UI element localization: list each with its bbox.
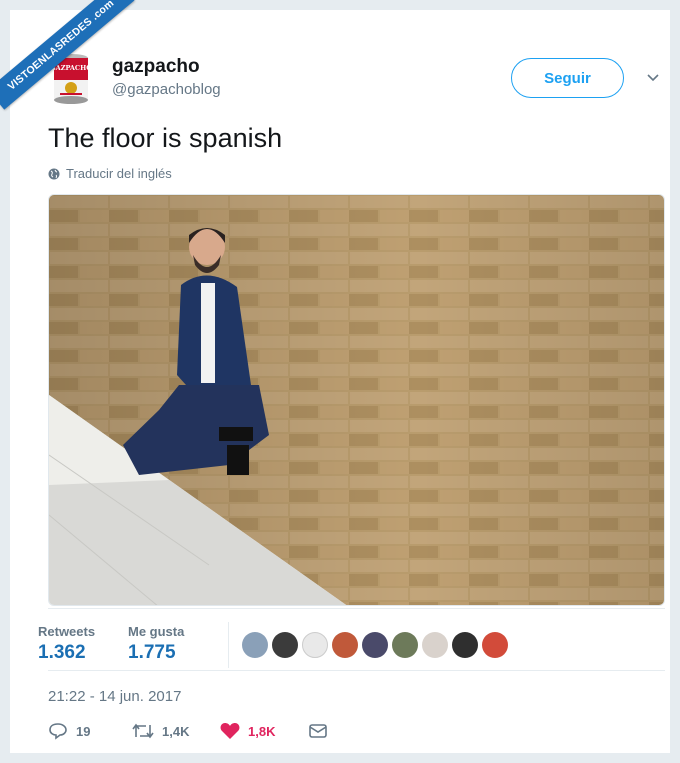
photo-image <box>49 195 664 605</box>
liker-avatar[interactable] <box>482 632 508 658</box>
tweet-card: VISTOENLASREDES .com GAZPACHO gazpacho @… <box>0 0 670 753</box>
retweets-label: Retweets <box>38 624 96 639</box>
likers-avatars <box>242 632 508 658</box>
liker-avatar[interactable] <box>332 632 358 658</box>
divider-bottom <box>48 670 665 671</box>
like-count: 1,8K <box>248 723 276 739</box>
likes-count[interactable]: 1.775 <box>128 642 176 664</box>
liker-avatar[interactable] <box>452 632 478 658</box>
likes-label: Me gusta <box>128 624 185 639</box>
follow-button[interactable]: Seguir <box>511 58 624 98</box>
globe-icon <box>48 168 60 179</box>
translate-label: Traducir del inglés <box>66 166 172 181</box>
retweet-icon <box>132 723 154 739</box>
like-button[interactable]: 1,8K <box>220 722 308 740</box>
direct-message-button[interactable] <box>308 723 328 739</box>
retweet-count: 1,4K <box>162 723 190 739</box>
chevron-down-icon[interactable] <box>646 73 660 83</box>
tweet-timestamp[interactable]: 21:22 - 14 jun. 2017 <box>48 688 181 705</box>
tweet-photo[interactable] <box>48 194 665 606</box>
heart-icon <box>220 723 240 739</box>
retweet-button[interactable]: 1,4K <box>132 723 220 739</box>
tweet-text: The floor is spanish <box>48 123 283 153</box>
stats-separator <box>228 622 229 668</box>
account-name[interactable]: gazpacho <box>112 56 200 78</box>
reply-icon <box>49 723 67 740</box>
liker-avatar[interactable] <box>392 632 418 658</box>
translate-link[interactable]: Traducir del inglés <box>48 166 172 181</box>
liker-avatar[interactable] <box>242 632 268 658</box>
retweets-count[interactable]: 1.362 <box>38 642 86 664</box>
liker-avatar[interactable] <box>302 632 328 658</box>
liker-avatar[interactable] <box>362 632 388 658</box>
liker-avatar[interactable] <box>272 632 298 658</box>
divider-top <box>48 608 665 609</box>
envelope-icon <box>309 724 327 738</box>
tweet-actions: 19 1,4K 1,8K <box>48 722 328 740</box>
reply-button[interactable]: 19 <box>48 722 132 740</box>
account-handle[interactable]: @gazpachoblog <box>112 81 221 98</box>
liker-avatar[interactable] <box>422 632 448 658</box>
reply-count: 19 <box>76 723 91 739</box>
